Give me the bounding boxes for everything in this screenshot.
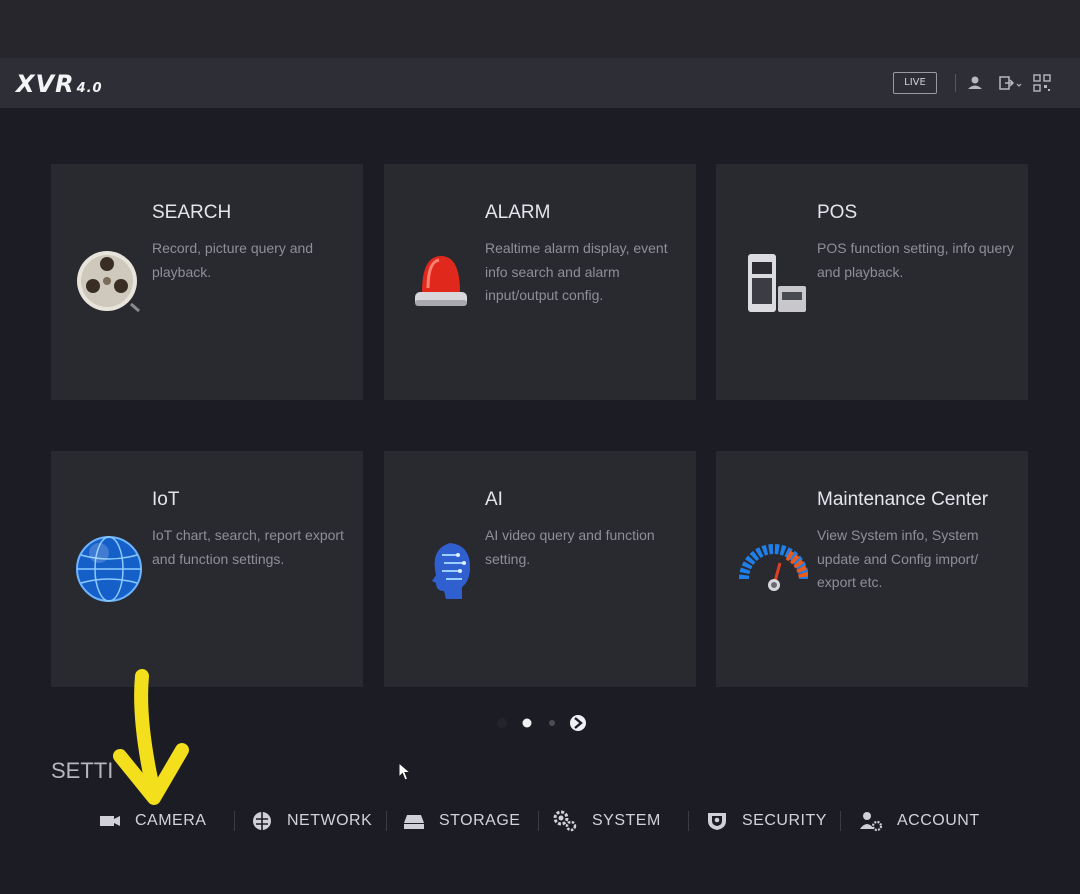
- gears-icon: [553, 810, 577, 832]
- header-bar: XVR 4.0 LIVE: [0, 58, 1080, 108]
- card-title: POS: [817, 202, 858, 223]
- logo-version: 4.0: [76, 81, 103, 96]
- nav-security[interactable]: SECURITY: [706, 808, 827, 834]
- nav-camera[interactable]: CAMERA: [99, 808, 206, 834]
- card-title: SEARCH: [152, 202, 232, 223]
- storage-icon: [404, 815, 424, 829]
- nav-network[interactable]: NETWORK: [251, 808, 372, 834]
- nav-divider: [538, 811, 539, 831]
- nav-system[interactable]: SYSTEM: [552, 808, 661, 834]
- user-gear-icon: [860, 812, 883, 832]
- logo-text: XVR: [16, 70, 75, 98]
- card-pos[interactable]: POS POS function setting, info query and…: [716, 164, 1028, 400]
- gauge-icon: [739, 544, 808, 591]
- top-strip: [0, 0, 1080, 58]
- ai-head-icon: [432, 543, 470, 599]
- nav-divider: [386, 811, 387, 831]
- nav-label: SECURITY: [742, 812, 827, 829]
- card-title: IoT: [152, 489, 180, 510]
- globe-icon: [76, 536, 142, 602]
- card-description: POS function setting, info query and pla…: [817, 240, 1014, 280]
- logo: XVR 4.0: [16, 70, 103, 98]
- card-description: IoT chart, search, report export and fun…: [152, 527, 344, 567]
- nav-storage[interactable]: STORAGE: [403, 808, 520, 834]
- nav-label: SYSTEM: [592, 812, 661, 829]
- mouse-cursor-icon: [398, 762, 412, 781]
- card-alarm[interactable]: ALARM Realtime alarm display, event info…: [384, 164, 696, 400]
- card-iot[interactable]: IoT IoT chart, search, report export and…: [51, 451, 363, 687]
- next-page-icon[interactable]: [570, 715, 586, 731]
- nav-label: STORAGE: [439, 812, 521, 829]
- header-divider: [955, 74, 956, 92]
- nav-label: NETWORK: [287, 812, 373, 829]
- user-icon[interactable]: [964, 72, 986, 94]
- card-description: AI video query and function setting.: [485, 527, 655, 567]
- page-dot-3[interactable]: [549, 720, 555, 726]
- pagination: [497, 715, 586, 731]
- network-icon: [253, 812, 271, 830]
- nav-divider: [688, 811, 689, 831]
- shield-icon: [708, 813, 726, 830]
- nav-divider: [234, 811, 235, 831]
- nav-divider: [840, 811, 841, 831]
- nav-label: ACCOUNT: [897, 812, 980, 829]
- card-description: Record, picture query and playback.: [152, 240, 314, 280]
- settings-title: SETTI: [51, 758, 114, 783]
- card-title: Maintenance Center: [817, 489, 989, 510]
- qr-code-icon[interactable]: [1031, 72, 1053, 94]
- card-title: ALARM: [485, 202, 551, 223]
- annotation-arrow-icon: [113, 669, 189, 805]
- film-reel-icon: [77, 251, 140, 313]
- nav-account[interactable]: ACCOUNT: [859, 808, 980, 834]
- alarm-siren-icon: [415, 256, 467, 306]
- page-dot-1[interactable]: [497, 718, 507, 728]
- live-button[interactable]: LIVE: [893, 72, 937, 94]
- logout-icon[interactable]: [996, 72, 1024, 94]
- card-description: Realtime alarm display, event info searc…: [485, 240, 668, 303]
- pos-terminal-icon: [748, 254, 806, 312]
- camera-icon: [100, 816, 120, 826]
- card-ai[interactable]: AI AI video query and function setting.: [384, 451, 696, 687]
- card-description: View System info, System update and Conf…: [817, 527, 979, 590]
- card-search[interactable]: SEARCH Record, picture query and playbac…: [51, 164, 363, 400]
- card-maintenance-center[interactable]: Maintenance Center View System info, Sys…: [716, 451, 1028, 687]
- page-dot-2-active[interactable]: [522, 718, 532, 728]
- nav-label: CAMERA: [135, 812, 207, 829]
- card-title: AI: [485, 489, 503, 510]
